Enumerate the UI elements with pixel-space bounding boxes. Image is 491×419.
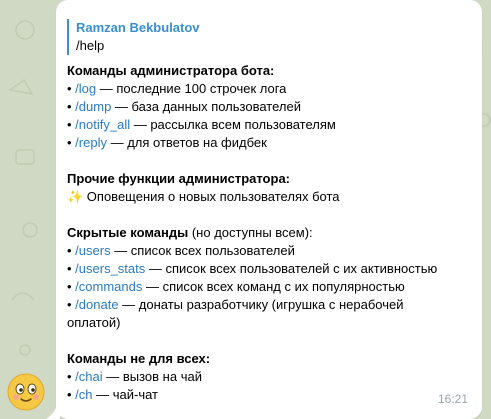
command-link-commands[interactable]: /commands — [75, 279, 142, 294]
command-line-donate-cont: оплатой) — [67, 315, 121, 330]
reply-author[interactable]: Ramzan Bekbulatov — [76, 20, 200, 35]
command-link-reply[interactable]: /reply — [75, 135, 107, 150]
command-link-users-stats[interactable]: /users_stats — [75, 261, 145, 276]
command-link-donate[interactable]: /donate — [75, 297, 118, 312]
command-line-commands: • /commands — список всех команд с их по… — [67, 279, 405, 294]
sparkles-icon: ✨ — [67, 189, 84, 204]
command-line-donate: • /donate — донаты разработчику (игрушка… — [67, 297, 404, 312]
section-title-admin: Команды администратора бота: — [67, 63, 275, 78]
section-title-hidden: Скрытые команды (но доступны всем): — [67, 225, 313, 240]
command-link-chai[interactable]: /chai — [75, 369, 102, 384]
command-link-notify-all[interactable]: /notify_all — [75, 117, 130, 132]
command-line-notify-all: • /notify_all — рассылка всем пользовате… — [67, 117, 336, 132]
note-line: ✨ Оповещения о новых пользователях бота — [67, 189, 340, 204]
command-line-log: • /log — последние 100 строчек лога — [67, 81, 287, 96]
section-title-other: Прочие функции администратора: — [67, 171, 290, 186]
command-line-chai: • /chai — вызов на чай — [67, 369, 202, 384]
smiling-face-emoji-avatar-icon[interactable] — [7, 373, 45, 411]
command-line-users-stats: • /users_stats — список всех пользовател… — [67, 261, 438, 276]
message-time: 16:21 — [438, 392, 469, 406]
reply-text: /help — [76, 38, 105, 53]
command-line-reply: • /reply — для ответов на фидбек — [67, 135, 267, 150]
section-title-restricted: Команды не для всех: — [67, 351, 211, 366]
command-link-dump[interactable]: /dump — [75, 99, 111, 114]
command-link-users[interactable]: /users — [75, 243, 110, 258]
bubble-tail — [46, 397, 60, 419]
command-line-ch: • /ch — чай-чат — [67, 387, 159, 402]
command-link-log[interactable]: /log — [75, 81, 96, 96]
command-line-dump: • /dump — база данных пользователей — [67, 99, 301, 114]
reply-quote[interactable]: Ramzan Bekbulatov /help — [67, 19, 367, 55]
command-link-ch[interactable]: /ch — [75, 387, 92, 402]
command-line-users: • /users — список всех пользователей — [67, 243, 295, 258]
